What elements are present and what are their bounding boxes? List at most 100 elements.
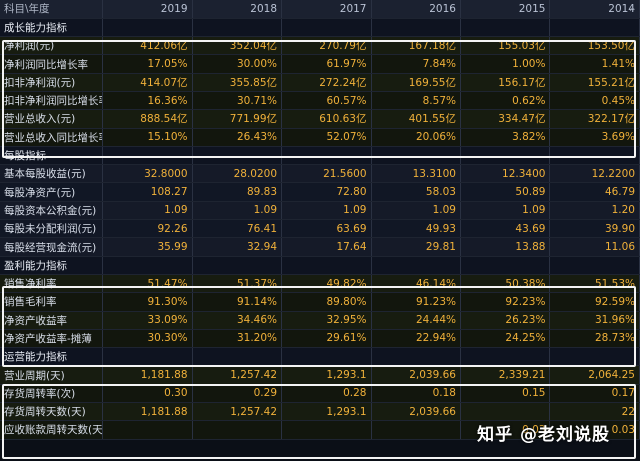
value-cell: 352.04亿: [192, 36, 283, 56]
value-cell: 35.99: [102, 237, 193, 257]
value-cell: 30.71%: [192, 91, 283, 111]
empty-cell: [549, 146, 640, 166]
empty-cell: [549, 256, 640, 275]
value-cell: 888.54亿: [102, 109, 193, 129]
value-cell: 1.00%: [460, 54, 551, 74]
row-label: 净资产收益率: [0, 311, 104, 330]
value-cell: 1.41%: [549, 54, 640, 74]
year-header[interactable]: 2019: [102, 0, 193, 19]
empty-cell: [371, 18, 461, 38]
table-row[interactable]: 营业周期(天) 1,181.88 1,257.42 1,293.1 2,039.66 2,…: [0, 365, 640, 385]
value-cell: 26.23%: [460, 311, 551, 330]
year-header[interactable]: 2017: [281, 0, 372, 19]
value-cell: 28.73%: [549, 329, 640, 349]
row-label: 销售净利率: [0, 274, 104, 294]
empty-cell: [192, 256, 283, 275]
table-row[interactable]: 净资产收益率 33.09% 34.46% 32.95% 24.44% 26.23% 31.9…: [0, 311, 640, 330]
value-cell: 610.63亿: [281, 109, 372, 129]
empty-cell: [102, 146, 193, 166]
value-cell: 29.61%: [281, 329, 372, 349]
value-cell: 34.46%: [192, 311, 283, 330]
value-cell: 401.55亿: [371, 109, 461, 129]
value-cell: 49.82%: [281, 274, 372, 294]
value-cell: [460, 402, 551, 422]
value-cell: [102, 420, 193, 440]
table-row[interactable]: 销售毛利率 91.30% 91.14% 89.80% 91.23% 92.23% 92.59…: [0, 292, 640, 312]
value-cell: 52.07%: [281, 128, 372, 147]
table-row[interactable]: 基本每股收益(元) 32.8000 28.0200 21.5600 13.3100 12.…: [0, 164, 640, 184]
value-cell: 155.21亿: [549, 73, 640, 92]
value-cell: 60.57%: [281, 91, 372, 111]
value-cell: 89.83: [192, 182, 283, 202]
value-cell: 2,064.25: [549, 365, 640, 385]
table-row[interactable]: 净利润(元) 412.06亿 352.04亿 270.79亿 167.18亿 155.03…: [0, 36, 640, 56]
table-row[interactable]: 净资产收益率-摊薄 30.30% 31.20% 29.61% 22.94% 24.25% 2…: [0, 329, 640, 349]
value-cell: 1,181.88: [102, 402, 193, 422]
value-cell: 1.09: [460, 201, 551, 221]
value-cell: 33.09%: [102, 311, 193, 330]
row-label: 销售毛利率: [0, 292, 104, 312]
section-title: 每股指标: [0, 146, 104, 166]
value-cell: 31.20%: [192, 329, 283, 349]
value-cell: 156.17亿: [460, 73, 551, 92]
value-cell: 153.50亿: [549, 36, 640, 56]
value-cell: 355.85亿: [192, 73, 283, 92]
table-row[interactable]: 营业总收入(元) 888.54亿 771.99亿 610.63亿 401.55亿 334.…: [0, 109, 640, 129]
value-cell: 43.69: [460, 219, 551, 239]
value-cell: 1.09: [281, 201, 372, 221]
value-cell: 272.24亿: [281, 73, 372, 92]
row-label: 每股未分配利润(元): [0, 219, 104, 239]
table-row[interactable]: 扣非净利润同比增长率 16.36% 30.71% 60.57% 8.57% 0.62% 0.…: [0, 91, 640, 111]
table-row[interactable]: 扣非净利润(元) 414.07亿 355.85亿 272.24亿 169.55亿 156.…: [0, 73, 640, 92]
value-cell: 15.10%: [102, 128, 193, 147]
table-row[interactable]: 存货周转率(次) 0.30 0.29 0.28 0.18 0.15 0.17: [0, 384, 640, 404]
value-cell: 12.3400: [460, 164, 551, 184]
value-cell: 50.38%: [460, 274, 551, 294]
value-cell: 0.30: [102, 384, 193, 404]
table-row[interactable]: 销售净利率 51.47% 51.37% 49.82% 46.14% 50.38% 51.53…: [0, 274, 640, 294]
row-label: 净资产收益率-摊薄: [0, 329, 104, 349]
year-header[interactable]: 2018: [192, 0, 283, 19]
value-cell: [371, 420, 461, 440]
value-cell: 50.89: [460, 182, 551, 202]
value-cell: 26.43%: [192, 128, 283, 147]
value-cell: 1.09: [371, 201, 461, 221]
value-cell: 1,181.88: [102, 365, 193, 385]
value-cell: 412.06亿: [102, 36, 193, 56]
table-row[interactable]: 每股未分配利润(元) 92.26 76.41 63.69 49.93 43.69 39.90: [0, 219, 640, 239]
value-cell: 20.06%: [371, 128, 461, 147]
table-row[interactable]: 存货周转天数(天) 1,181.88 1,257.42 1,293.1 2,039.66…: [0, 402, 640, 422]
value-cell: 51.53%: [549, 274, 640, 294]
empty-cell: [281, 146, 372, 166]
table-row[interactable]: 每股经营现金流(元) 35.99 32.94 17.64 29.81 13.88 11.06: [0, 237, 640, 257]
table-row[interactable]: 每股资本公积金(元) 1.09 1.09 1.09 1.09 1.09 1.20: [0, 201, 640, 221]
empty-cell: [371, 146, 461, 166]
row-label: 每股资本公积金(元): [0, 201, 104, 221]
table-row[interactable]: 净利润同比增长率 17.05% 30.00% 61.97% 7.84% 1.00% 1.41…: [0, 54, 640, 74]
value-cell: 3.69%: [549, 128, 640, 147]
value-cell: 12.2200: [549, 164, 640, 184]
value-cell: 32.95%: [281, 311, 372, 330]
empty-cell: [371, 256, 461, 275]
section-title: 运营能力指标: [0, 347, 104, 367]
empty-cell: [281, 347, 372, 367]
value-cell: 49.93: [371, 219, 461, 239]
value-cell: 46.79: [549, 182, 640, 202]
value-cell: 91.30%: [102, 292, 193, 312]
financial-indicators-table: 科目\年度 2019 2018 2017 2016 2015 2014 成长能力…: [0, 0, 640, 440]
table-row[interactable]: 每股净资产(元) 108.27 89.83 72.80 58.03 50.89 46.79: [0, 182, 640, 202]
value-cell: 91.23%: [371, 292, 461, 312]
value-cell: 169.55亿: [371, 73, 461, 92]
value-cell: 1,293.1: [281, 402, 372, 422]
double-chevron-right-icon[interactable]: »: [626, 4, 638, 16]
year-header[interactable]: 2015: [460, 0, 551, 19]
row-label: 扣非净利润同比增长率: [0, 91, 104, 111]
empty-cell: [102, 347, 193, 367]
value-cell: 8.57%: [371, 91, 461, 111]
value-cell: 61.97%: [281, 54, 372, 74]
empty-cell: [549, 18, 640, 38]
year-header[interactable]: 2016: [371, 0, 461, 19]
value-cell: 13.88: [460, 237, 551, 257]
value-cell: 24.44%: [371, 311, 461, 330]
table-row[interactable]: 营业总收入同比增长率 15.10% 26.43% 52.07% 20.06% 3.82% 3…: [0, 128, 640, 147]
